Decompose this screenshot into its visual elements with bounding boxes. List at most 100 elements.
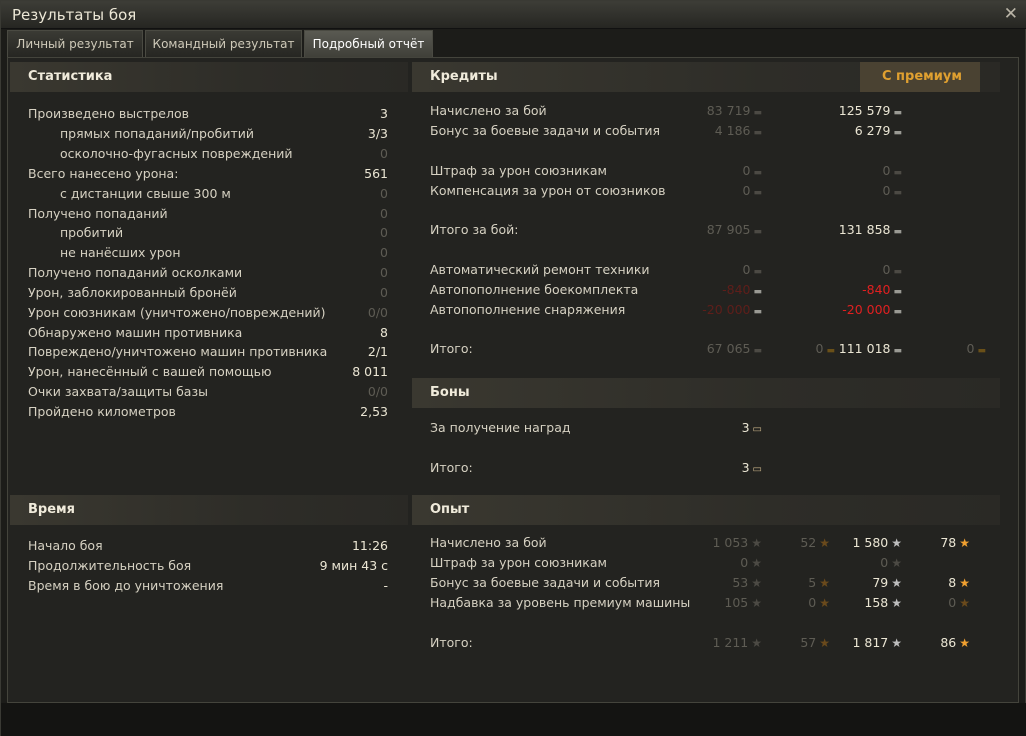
gold-premium-value: 0 bbox=[966, 341, 975, 356]
xp-row: Надбавка за уровень премиум машины 105 ★ 0 ★… bbox=[430, 594, 990, 612]
credits-title: Кредиты bbox=[430, 69, 498, 84]
credit-premium: 0 ▬ bbox=[883, 162, 902, 182]
free-xp-premium-value: 8 bbox=[948, 575, 957, 590]
stat-label: пробитий bbox=[60, 225, 124, 240]
credit-icon: ▬ bbox=[893, 128, 902, 138]
credit-premium: -840 ▬ bbox=[862, 281, 902, 301]
xp-base-free: 52 ★ bbox=[800, 534, 830, 552]
credit-label: Начислено за бой bbox=[430, 103, 547, 118]
bond-amount: 3 bbox=[741, 460, 750, 475]
battle-results-window: Результаты боя ✕ Личный результат Команд… bbox=[0, 0, 1026, 736]
credit-premium-gold: 0 ▬ bbox=[967, 340, 986, 360]
stat-row: Урон, заблокированный бронёй 0 bbox=[28, 284, 388, 302]
credit-base-value: 67 065 bbox=[706, 341, 751, 356]
xp-label: Бонус за боевые задачи и события bbox=[430, 575, 661, 590]
stat-row: Произведено выстрелов 3 bbox=[28, 105, 388, 123]
credit-row: Итого за бой: 87 905 ▬ 131 858 ▬ bbox=[430, 221, 990, 239]
credit-icon: ▬ bbox=[893, 108, 902, 118]
stat-label: Произведено выстрелов bbox=[28, 106, 189, 121]
xp-label: Начислено за бой bbox=[430, 535, 547, 550]
stat-label: Обнаружено машин противника bbox=[28, 325, 243, 340]
credit-base-value: -20 000 bbox=[702, 302, 751, 317]
credit-icon: ▬ bbox=[893, 346, 902, 356]
bonds-panel: Боны За получение наград 3 ▭ Итого: 3 ▭ bbox=[412, 378, 1000, 488]
credit-label: Бонус за боевые задачи и события bbox=[430, 123, 661, 138]
credit-icon: ▬ bbox=[893, 287, 902, 297]
credit-label: Итого: bbox=[430, 341, 473, 356]
bond-label: За получение наград bbox=[430, 420, 571, 435]
xp-premium-value: 0 bbox=[880, 555, 889, 570]
gold-base-value: 0 bbox=[815, 341, 824, 356]
free-xp-base-value: 0 bbox=[808, 595, 817, 610]
credit-icon: ▬ bbox=[893, 267, 902, 277]
credit-icon: ▬ bbox=[893, 307, 902, 317]
credit-base-value: 0 bbox=[742, 183, 751, 198]
credit-icon: ▬ bbox=[893, 188, 902, 198]
credit-icon: ▬ bbox=[753, 307, 762, 317]
xp-premium-value: 79 bbox=[872, 575, 889, 590]
stat-row: с дистанции свыше 300 м 0 bbox=[28, 185, 388, 203]
stat-row: Урон союзникам (уничтожено/повреждений) 0… bbox=[28, 304, 388, 322]
stat-label: Урон союзникам (уничтожено/повреждений) bbox=[28, 305, 326, 320]
stat-row: прямых попаданий/пробитий 3/3 bbox=[28, 125, 388, 143]
xp-base: 53 ★ bbox=[732, 574, 762, 592]
xp-row: Бонус за боевые задачи и события 53 ★ 5 ★ 79 ★… bbox=[430, 574, 990, 592]
stat-row: Повреждено/уничтожено машин противника 2/… bbox=[28, 343, 388, 361]
tab-detailed-report[interactable]: Подробный отчёт bbox=[304, 30, 433, 57]
stat-value: 2/1 bbox=[367, 344, 388, 359]
xp-row: Итого: 1 211 ★ 57 ★ 1 817 ★ 86 ★ bbox=[430, 634, 990, 652]
xp-base: 1 211 ★ bbox=[712, 634, 762, 652]
statistics-header: Статистика bbox=[10, 62, 408, 92]
credits-panel: Кредиты С премиум Начислено за бой 83 719 ▬… bbox=[412, 62, 1000, 372]
tab-personal-result[interactable]: Личный результат bbox=[7, 30, 143, 57]
free-xp-star-icon: ★ bbox=[819, 576, 830, 590]
credit-base-value: -840 bbox=[722, 282, 751, 297]
xp-base-free: 57 ★ bbox=[800, 634, 830, 652]
time-row: Продолжительность боя 9 мин 43 с bbox=[28, 557, 388, 575]
credit-icon: ▬ bbox=[753, 227, 762, 237]
credit-base: 0 ▬ bbox=[743, 261, 762, 281]
xp-star-icon: ★ bbox=[891, 636, 902, 650]
credit-base: 67 065 ▬ bbox=[707, 340, 762, 360]
credit-base-value: 83 719 bbox=[706, 103, 751, 118]
credit-icon: ▬ bbox=[753, 188, 762, 198]
xp-premium-free: 0 ★ bbox=[948, 594, 970, 612]
xp-base-value: 1 211 bbox=[712, 635, 749, 650]
credit-icon: ▬ bbox=[753, 287, 762, 297]
credit-icon: ▬ bbox=[753, 128, 762, 138]
credit-label: Компенсация за урон от союзников bbox=[430, 183, 666, 198]
stat-label: Повреждено/уничтожено машин противника bbox=[28, 344, 328, 359]
credit-row: Компенсация за урон от союзников 0 ▬ 0 ▬ bbox=[430, 182, 990, 200]
stat-row: Очки захвата/защиты базы 0/0 bbox=[28, 383, 388, 401]
stat-value: 0 bbox=[380, 186, 388, 201]
credit-base-value: 4 186 bbox=[714, 123, 751, 138]
stat-label: прямых попаданий/пробитий bbox=[60, 126, 255, 141]
credit-premium-value: -840 bbox=[862, 282, 891, 297]
xp-star-icon: ★ bbox=[891, 596, 902, 610]
credit-icon: ▬ bbox=[753, 108, 762, 118]
xp-star-icon: ★ bbox=[891, 576, 902, 590]
tab-team-result[interactable]: Командный результат bbox=[145, 30, 302, 57]
free-xp-premium-value: 0 bbox=[948, 595, 957, 610]
credit-label: Штраф за урон союзникам bbox=[430, 163, 607, 178]
free-xp-base-value: 5 bbox=[808, 575, 817, 590]
credit-icon: ▬ bbox=[893, 227, 902, 237]
credit-icon: ▬ bbox=[753, 346, 762, 356]
xp-premium-free: 78 ★ bbox=[940, 534, 970, 552]
xp-star-icon: ★ bbox=[751, 576, 762, 590]
stat-label: Пройдено километров bbox=[28, 404, 176, 419]
xp-premium: 1 817 ★ bbox=[852, 634, 902, 652]
credit-row: Штраф за урон союзникам 0 ▬ 0 ▬ bbox=[430, 162, 990, 180]
xp-row: Штраф за урон союзникам 0 ★ 0 ★ bbox=[430, 554, 990, 572]
bond-label: Итого: bbox=[430, 460, 473, 475]
credit-base: -20 000 ▬ bbox=[702, 301, 762, 321]
time-label: Начало боя bbox=[28, 538, 103, 553]
credit-premium-value: 125 579 bbox=[838, 103, 891, 118]
bond-row: Итого: 3 ▭ bbox=[430, 459, 990, 477]
xp-base: 1 053 ★ bbox=[712, 534, 762, 552]
statistics-panel: Статистика Произведено выстрелов 3 прямых … bbox=[10, 62, 408, 488]
close-icon[interactable]: ✕ bbox=[1004, 4, 1018, 24]
stat-value: 0/0 bbox=[367, 384, 388, 399]
xp-row: Начислено за бой 1 053 ★ 52 ★ 1 580 ★ 78 ★ bbox=[430, 534, 990, 552]
credit-premium-value: 0 bbox=[882, 163, 891, 178]
